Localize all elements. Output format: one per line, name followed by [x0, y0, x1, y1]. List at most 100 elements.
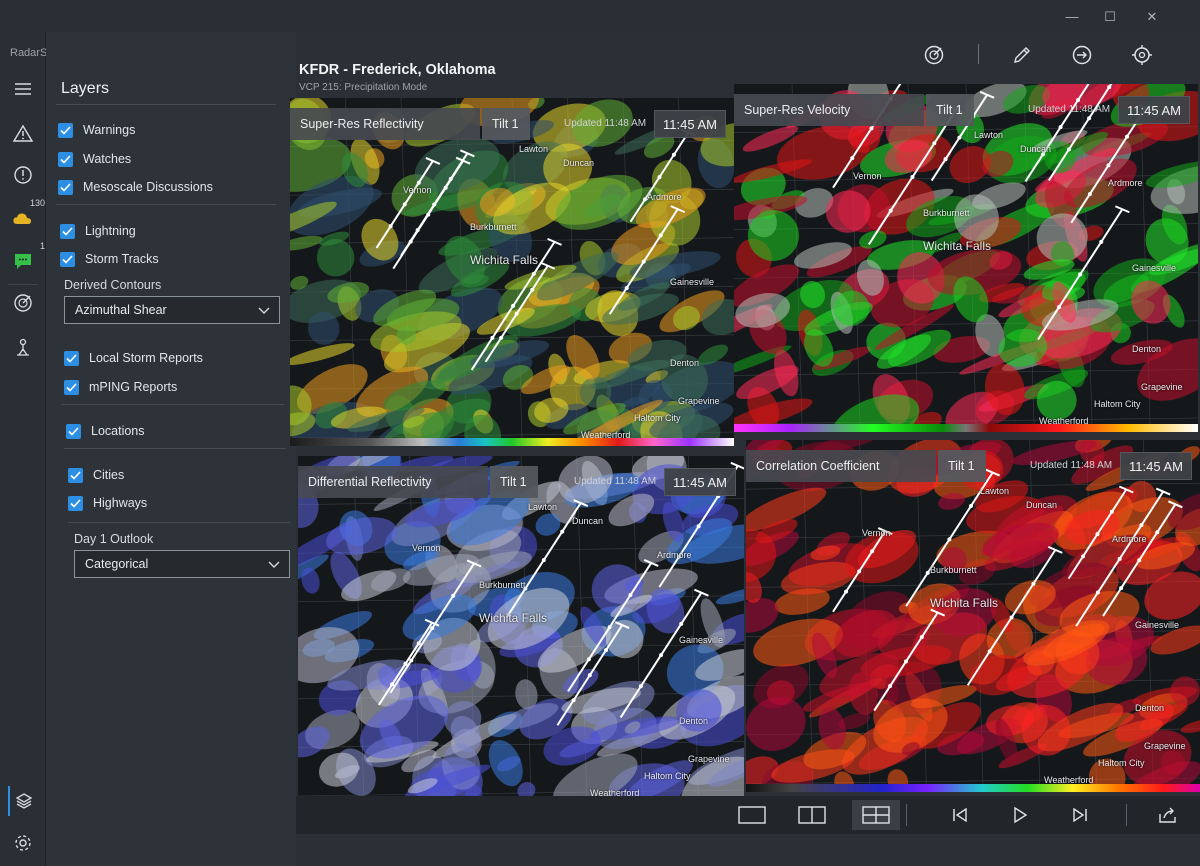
layers-nav-button[interactable] [8, 786, 38, 816]
derived-contours-select[interactable]: Azimuthal Shear [64, 296, 280, 324]
chat-nav-button[interactable] [8, 246, 38, 276]
pane-scan-time[interactable]: 11:45 AM [664, 468, 736, 496]
pane-scan-time[interactable]: 11:45 AM [1118, 96, 1190, 124]
layer-mesoscale-toggle[interactable]: Mesoscale Discussions [58, 177, 213, 197]
layer-mping-toggle[interactable]: mPING Reports [64, 377, 177, 397]
settings-nav-button[interactable] [8, 828, 38, 858]
two-pane-layout-button[interactable] [792, 800, 832, 830]
checkbox-checked-icon [68, 495, 83, 511]
radar-pane-correlation-coefficient[interactable]: Lawton Duncan Vernon Burkburnett Wichita Fal… [746, 440, 1200, 784]
city-label: Wichita Falls [930, 596, 999, 610]
radar-pane-velocity[interactable]: Lawton Duncan Vernon Burkburnett Wichita Fal… [734, 84, 1198, 424]
storm-track-tick [1087, 116, 1092, 121]
close-button[interactable]: ✕ [1134, 6, 1170, 28]
layer-storm-tracks-toggle[interactable]: Storm Tracks [60, 249, 159, 269]
city-label: Weatherford [1044, 775, 1094, 784]
tilt-selector[interactable]: Tilt 1 [490, 466, 538, 498]
tilt-selector[interactable]: Tilt 1 [938, 450, 986, 482]
storm-track-tick [531, 271, 536, 276]
storm-track-tick [870, 549, 875, 554]
four-pane-layout-button[interactable] [852, 800, 900, 830]
storm-track-tick [671, 152, 676, 157]
pane-header: Differential Reflectivity Tilt 1 [298, 466, 538, 498]
city-label: Lawton [519, 144, 549, 154]
share-icon [1159, 807, 1176, 823]
checkbox-checked-icon [60, 251, 75, 267]
radar-pane-differential-reflectivity[interactable]: Lawton Duncan Vernon Burkburnett Wichita Fal… [298, 456, 744, 796]
storm-track-tick [659, 653, 664, 658]
storm-track-tick [1106, 163, 1111, 168]
my-location-button[interactable] [1126, 40, 1158, 70]
storm-track-tick [1119, 586, 1124, 591]
storm-track-tick [560, 529, 565, 534]
storm-track-tick [511, 303, 516, 308]
previous-frame-button[interactable] [940, 800, 980, 830]
city-label: Gainesville [1132, 263, 1177, 273]
layer-local-storm-reports-toggle[interactable]: Local Storm Reports [64, 348, 203, 368]
tilt-selector[interactable]: Tilt 1 [926, 94, 974, 126]
storm-track-tick [1095, 590, 1100, 595]
single-pane-icon [738, 806, 766, 824]
pane-scan-time[interactable]: 11:45 AM [654, 110, 726, 138]
city-label: Haltom City [634, 413, 681, 423]
sign-in-button[interactable] [1066, 40, 1098, 70]
draw-button[interactable] [1006, 40, 1038, 70]
city-label: Ardmore [657, 550, 692, 560]
layer-lightning-toggle[interactable]: Lightning [60, 221, 136, 241]
product-selector[interactable]: Super-Res Velocity [734, 94, 924, 126]
storm-track-tick [388, 224, 393, 229]
play-icon [1014, 806, 1028, 824]
derived-contours-value: Azimuthal Shear [75, 303, 167, 317]
city-label: Lawton [974, 130, 1004, 140]
layer-watches-toggle[interactable]: Watches [58, 149, 131, 169]
checkbox-checked-icon [64, 350, 79, 366]
radar-main-area: KFDR - Frederick, Oklahoma VCP 215: Prec… [290, 32, 1200, 866]
share-button[interactable] [1148, 800, 1188, 830]
storm-track-tick [969, 503, 974, 508]
alerts-nav-button[interactable] [8, 160, 38, 190]
city-label: Haltom City [644, 771, 691, 781]
warnings-nav-button[interactable] [8, 118, 38, 148]
spotter-nav-button[interactable] [8, 332, 38, 362]
storm-track-tick [426, 212, 431, 217]
velocity-colorbar [734, 424, 1198, 432]
minimize-button[interactable]: — [1054, 6, 1090, 28]
menu-button[interactable] [8, 74, 38, 104]
city-label: Haltom City [1094, 399, 1141, 409]
checkbox-checked-icon [58, 122, 73, 138]
city-label: Vernon [862, 528, 891, 538]
lightning-nav-button[interactable] [8, 204, 38, 234]
pane-updated-time: Updated 11:48 AM [1028, 104, 1111, 115]
storm-track-tick [624, 285, 629, 290]
layer-warnings-toggle[interactable]: Warnings [58, 120, 135, 140]
layer-highways-toggle[interactable]: Highways [68, 493, 147, 513]
toolbar-divider [1126, 804, 1127, 826]
play-button[interactable] [1000, 800, 1040, 830]
radar-select-button[interactable] [918, 40, 950, 70]
storm-track-tick [947, 537, 952, 542]
lightning-count-badge: 130 [30, 198, 46, 208]
storm-track-tick [1109, 509, 1114, 514]
city-label: Vernon [403, 185, 432, 195]
radar-pane-reflectivity[interactable]: Lawton Duncan Vernon Burkburnett Wichita Fal… [290, 98, 734, 438]
next-frame-button[interactable] [1060, 800, 1100, 830]
pencil-icon [1014, 47, 1030, 63]
single-pane-layout-button[interactable] [732, 800, 772, 830]
product-selector[interactable]: Differential Reflectivity [298, 466, 488, 498]
product-selector[interactable]: Correlation Coefficient [746, 450, 936, 482]
storm-track-tick [657, 175, 662, 180]
day1-outlook-label: Day 1 Outlook [74, 532, 154, 546]
station-title: KFDR - Frederick, Oklahoma [299, 62, 496, 78]
storm-track-tick [416, 641, 421, 646]
city-label: Gainesville [670, 277, 715, 287]
product-selector[interactable]: Super-Res Reflectivity [290, 108, 480, 140]
pane-scan-time[interactable]: 11:45 AM [1120, 452, 1192, 480]
layer-label: Lightning [85, 224, 136, 238]
day1-outlook-select[interactable]: Categorical [74, 550, 290, 578]
maximize-button[interactable]: ☐ [1092, 6, 1128, 28]
storm-track-tick [869, 126, 874, 131]
tilt-selector[interactable]: Tilt 1 [482, 108, 530, 140]
layer-cities-toggle[interactable]: Cities [68, 465, 124, 485]
layer-locations-toggle[interactable]: Locations [66, 421, 145, 441]
radar-nav-button[interactable] [8, 288, 38, 318]
